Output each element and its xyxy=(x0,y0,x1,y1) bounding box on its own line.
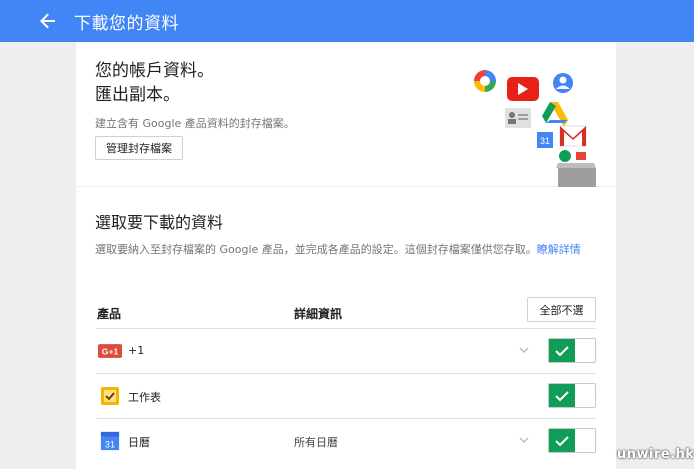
google-keep-tasks-icon xyxy=(101,387,119,405)
product-row-tasks: 工作表 xyxy=(96,373,596,417)
products-collage-illustration: 31 xyxy=(474,70,596,188)
product-toggle[interactable] xyxy=(548,338,596,363)
checkmark-icon xyxy=(555,345,569,356)
gmail-icon xyxy=(559,125,587,147)
hero-description: 建立含有 Google 產品資料的封存檔案。 xyxy=(95,117,295,130)
column-header-details: 詳細資訊 xyxy=(294,307,343,321)
learn-more-link[interactable]: 瞭解詳情 xyxy=(537,243,581,256)
section-title: 選取要下載的資料 xyxy=(95,213,224,232)
app-bar: 下載您的資料 xyxy=(0,0,694,42)
product-row-calendar: 31 日曆 所有日曆 xyxy=(96,418,596,462)
drive-icon xyxy=(542,102,568,127)
hero-title-line2: 匯出副本。 xyxy=(95,85,180,105)
back-button[interactable] xyxy=(33,6,63,36)
svg-text:31: 31 xyxy=(105,439,115,449)
archive-box-icon xyxy=(556,150,596,188)
youtube-icon xyxy=(507,77,539,101)
checkmark-icon xyxy=(555,435,569,446)
section-description-text: 選取要納入至封存檔案的 Google 產品，並完成各產品的設定。這個封存檔案僅供… xyxy=(95,243,537,256)
google-calendar-icon: 31 xyxy=(100,431,120,451)
archive-overview-card: 您的帳戶資料。 匯出副本。 建立含有 Google 產品資料的封存檔案。 管理封… xyxy=(76,42,616,188)
chevron-down-icon[interactable] xyxy=(517,343,531,357)
product-name: 工作表 xyxy=(128,391,161,404)
arrow-left-icon xyxy=(40,13,55,29)
hero-title: 您的帳戶資料。 匯出副本。 xyxy=(95,59,214,107)
watermark: unwire.hk xyxy=(617,447,694,462)
photos-icon xyxy=(474,70,496,92)
product-row-plus-one: G+1 +1 xyxy=(96,328,596,372)
svg-text:G+1: G+1 xyxy=(102,346,119,356)
product-details: 所有日曆 xyxy=(294,436,338,449)
contacts-icon xyxy=(505,108,531,128)
toggle-on-indicator xyxy=(549,429,575,452)
product-name: +1 xyxy=(128,344,145,357)
page-title: 下載您的資料 xyxy=(74,13,179,34)
toggle-on-indicator xyxy=(549,339,575,362)
deselect-all-button[interactable]: 全部不選 xyxy=(527,297,596,322)
calendar-small-icon: 31 xyxy=(537,132,553,148)
checkmark-icon xyxy=(555,390,569,401)
svg-text:31: 31 xyxy=(540,136,550,146)
toggle-on-indicator xyxy=(549,384,575,407)
hero-title-line1: 您的帳戶資料。 xyxy=(95,61,214,81)
google-plus-one-icon: G+1 xyxy=(98,344,122,358)
chevron-down-icon[interactable] xyxy=(517,433,531,447)
section-description: 選取要納入至封存檔案的 Google 產品，並完成各產品的設定。這個封存檔案僅供… xyxy=(95,241,600,258)
product-selection-card: 選取要下載的資料 選取要納入至封存檔案的 Google 產品，並完成各產品的設定… xyxy=(76,187,616,469)
product-toggle[interactable] xyxy=(548,383,596,408)
product-name: 日曆 xyxy=(128,436,150,449)
manage-archives-button[interactable]: 管理封存檔案 xyxy=(95,136,183,160)
profile-icon xyxy=(553,73,573,93)
product-toggle[interactable] xyxy=(548,428,596,453)
column-header-product: 產品 xyxy=(97,307,122,321)
